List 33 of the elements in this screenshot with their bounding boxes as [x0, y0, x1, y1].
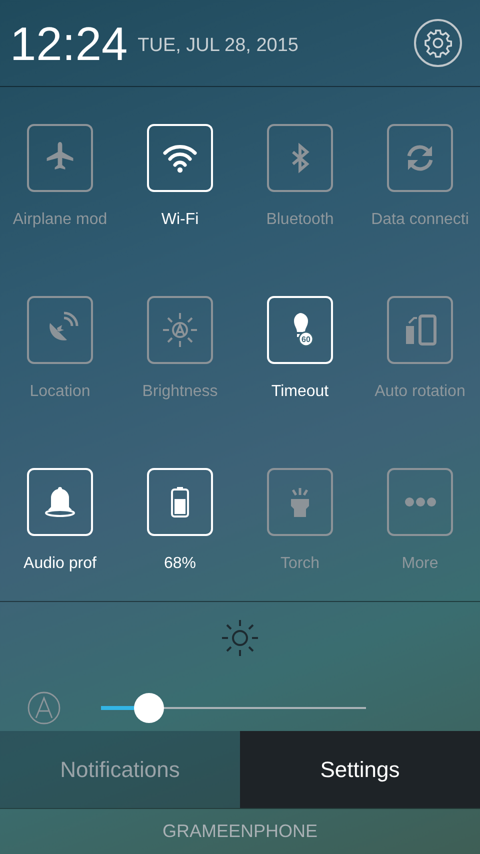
tab[interactable]: Notifications [0, 731, 240, 808]
toggle-label: Audio prof [24, 554, 96, 574]
toggle-label: Airplane mod [12, 210, 108, 230]
toggle-label: Wi-Fi [161, 210, 199, 230]
toggle-button[interactable] [147, 296, 213, 364]
date-text: TUE, JUL 28, 2015 [138, 34, 299, 58]
brightness-icon [221, 619, 259, 657]
tab[interactable]: Settings [240, 731, 480, 808]
more-icon [404, 497, 436, 507]
auto-brightness-icon [160, 310, 200, 350]
toggle-label: Brightness [142, 382, 218, 402]
toggle-label: Torch [280, 554, 320, 574]
slider-thumb[interactable] [134, 693, 164, 723]
toggle-label: Location [30, 382, 90, 402]
toggle-button[interactable] [27, 296, 93, 364]
clock-time: 12:24 [10, 20, 128, 66]
toggle-button[interactable] [267, 124, 333, 192]
settings-button[interactable] [414, 19, 462, 67]
toggle-label: Data connecti [371, 210, 469, 230]
auto-brightness-icon[interactable] [27, 691, 61, 725]
carrier-name: GRAMEENPHONE [162, 820, 318, 843]
toggle-button[interactable] [387, 468, 453, 536]
toggle-button[interactable] [27, 124, 93, 192]
toggle-button[interactable] [267, 468, 333, 536]
toggle-label: More [402, 554, 438, 574]
toggle-label: 68% [164, 554, 196, 574]
toggle-button[interactable]: 60 [267, 296, 333, 364]
toggle-label: Timeout [271, 382, 329, 402]
toggle-label: Auto rotation [374, 382, 466, 402]
toggle-label: Bluetooth [266, 210, 334, 230]
toggle-button[interactable] [387, 296, 453, 364]
gear-icon [423, 28, 453, 58]
toggle-button[interactable] [387, 124, 453, 192]
